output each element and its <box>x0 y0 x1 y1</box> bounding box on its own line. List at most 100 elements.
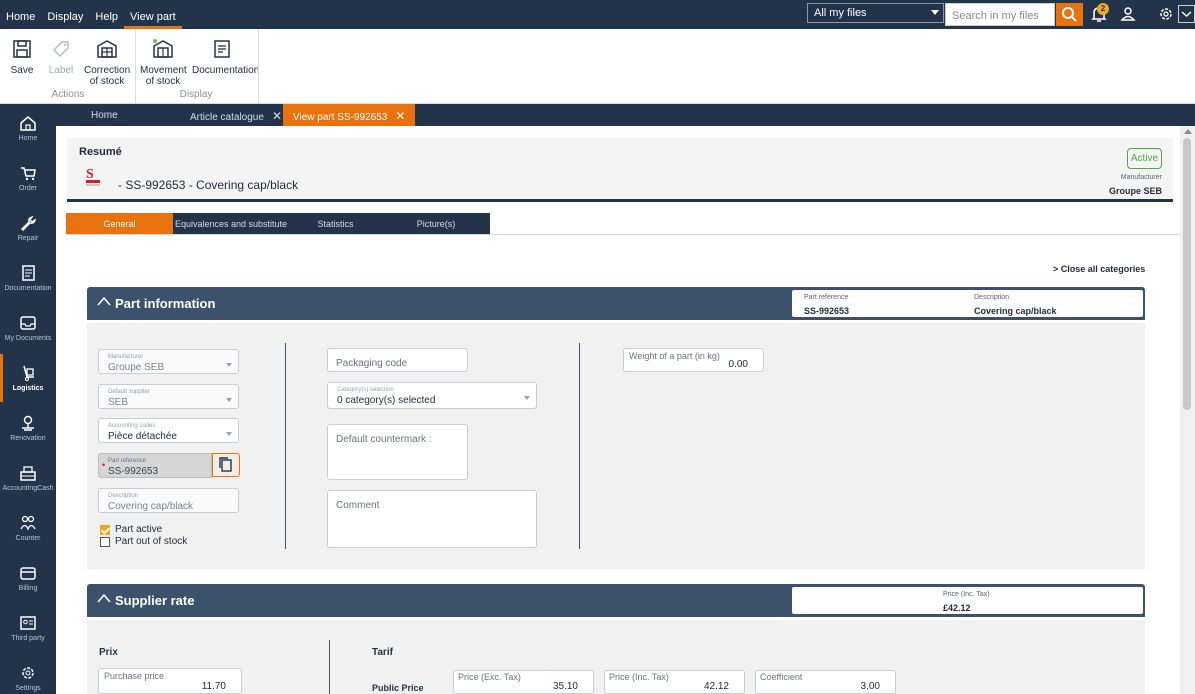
menu-display[interactable]: Display <box>41 0 89 29</box>
comment-field[interactable]: Comment <box>327 490 537 548</box>
top-menu: Home Display Help View part <box>0 0 182 29</box>
wrench-icon <box>21 215 37 231</box>
chevron-down-icon <box>226 432 232 436</box>
coefficient-field[interactable]: Coefficient 3.00 <box>755 670 896 694</box>
stock-icon <box>97 40 117 58</box>
tab-general[interactable]: General <box>66 213 173 235</box>
ribbon-group-actions: Actions <box>51 89 85 100</box>
price-inc-tax-field[interactable]: Price (Inc. Tax) 42.12 <box>604 670 745 694</box>
close-icon[interactable]: ✕ <box>272 109 282 123</box>
documentation-button[interactable]: Documentation <box>192 29 259 89</box>
status-badge: Active <box>1127 148 1162 169</box>
nav-logistics[interactable]: Logistics <box>0 354 56 402</box>
field-value: SS-992653 <box>108 466 159 477</box>
field-label: Description <box>108 493 139 499</box>
doctab-article-catalogue[interactable]: Article catalogue ✕ <box>180 104 292 126</box>
scroll-up-icon[interactable] <box>1184 129 1192 134</box>
part-summary-box: Part reference SS-992653 Description Cov… <box>791 289 1144 318</box>
ribbon-divider <box>135 29 136 104</box>
tarif-heading: Tarif <box>372 647 393 658</box>
nav-my-documents[interactable]: My Documents <box>0 304 56 352</box>
default-countermark-field[interactable]: Default countermark : <box>327 424 468 480</box>
doctab-view-part[interactable]: View part SS-992653 ✕ <box>283 104 416 126</box>
category-selection-field[interactable]: Category(s) selection 0 category(s) sele… <box>327 382 537 409</box>
nav-documentation[interactable]: Documentation <box>0 254 56 302</box>
search-button[interactable] <box>1056 3 1083 26</box>
correction-of-stock-button[interactable]: Correction of stock <box>84 29 130 89</box>
ribbon-group-display: Display <box>179 89 213 100</box>
field-value: Covering cap/black <box>108 501 194 512</box>
nav-renovation-label: Renovation <box>10 435 46 442</box>
nav-home[interactable]: Home <box>0 104 56 152</box>
menu-view-part[interactable]: View part <box>124 0 182 29</box>
user-button[interactable] <box>1116 3 1140 26</box>
copy-icon <box>219 457 232 472</box>
part-information-header[interactable]: Part information Part reference SS-99265… <box>87 287 1145 320</box>
nav-repair[interactable]: Repair <box>0 204 56 252</box>
scrollbar-thumb[interactable] <box>1183 138 1191 410</box>
field-placeholder: Comment <box>336 500 380 511</box>
expand-button[interactable] <box>1178 5 1195 23</box>
movement-of-stock-button[interactable]: Movement of stock <box>140 29 187 89</box>
close-all-categories-link[interactable]: > Close all categories <box>1053 264 1145 274</box>
contact-card-icon <box>20 616 36 630</box>
label-button[interactable]: Label <box>46 29 76 89</box>
save-label: Save <box>10 65 34 76</box>
field-value: 11.70 <box>201 681 226 692</box>
nav-order[interactable]: Order <box>0 154 56 202</box>
doctab-home[interactable]: Home <box>81 104 128 126</box>
part-information-panel: Manufacturer Groupe SEB Default supplier… <box>87 323 1145 569</box>
description-field[interactable]: Description Covering cap/black <box>98 488 239 513</box>
inbox-icon <box>20 316 36 330</box>
checkbox-label: Part active <box>115 524 163 535</box>
field-value: 42.12 <box>703 681 729 692</box>
nav-counter[interactable]: Counter <box>0 504 56 552</box>
nav-counter-label: Counter <box>15 535 41 542</box>
chevron-down-icon <box>226 363 232 367</box>
nav-third-party[interactable]: Third party <box>0 604 56 652</box>
menu-home[interactable]: Home <box>0 0 41 29</box>
documentation-label: Documentation <box>192 65 260 76</box>
main-content: Resumé S - SS-992653 - Covering cap/blac… <box>56 126 1180 694</box>
cart-icon <box>21 167 36 181</box>
required-marker: • <box>102 460 106 470</box>
summary-desc-label: Description <box>974 294 1010 301</box>
doctab-label: View part SS-992653 <box>293 112 388 123</box>
chevron-up-icon <box>97 296 111 306</box>
tab-equivalences[interactable]: Equivalences and substitute <box>173 213 289 235</box>
field-label: Default supplier <box>108 389 150 395</box>
packaging-code-field[interactable]: Packaging code <box>327 348 468 372</box>
summary-price-label: Price (Inc. Tax) <box>943 591 990 598</box>
resume-header: Resumé S - SS-992653 - Covering cap/blac… <box>67 138 1173 202</box>
save-button[interactable]: Save <box>7 29 37 89</box>
nav-billing[interactable]: Billing <box>0 554 56 602</box>
nav-renovation[interactable]: Renovation <box>0 404 56 452</box>
field-label: Price (Inc. Tax) <box>609 672 669 682</box>
summary-ref-label: Part reference <box>804 294 849 301</box>
default-supplier-field[interactable]: Default supplier SEB <box>98 384 239 409</box>
part-reference-field[interactable]: Part reference SS-992653 • <box>98 453 212 478</box>
weight-field[interactable]: Weight of a part (in kg) 0.00 <box>623 348 764 372</box>
nav-settings[interactable]: Settings <box>0 654 56 694</box>
nav-accounting-cash[interactable]: AccountingCash <box>0 454 56 502</box>
search-input[interactable]: Search in my files <box>945 3 1055 26</box>
nav-order-label: Order <box>19 185 37 192</box>
label-label: Label <box>48 65 74 76</box>
close-icon[interactable]: ✕ <box>395 109 405 123</box>
nav-accounting-cash-label: AccountingCash <box>2 485 54 492</box>
copy-reference-button[interactable] <box>212 453 240 477</box>
tab-statistics[interactable]: Statistics <box>289 213 382 235</box>
accounting-codes-field[interactable]: Accounting codes Pièce détachée <box>98 418 239 443</box>
nav-third-party-label: Third party <box>11 635 45 642</box>
purchase-price-field[interactable]: Purchase price 11.70 <box>98 668 242 694</box>
manufacturer-field[interactable]: Manufacturer Groupe SEB <box>98 349 239 374</box>
files-select[interactable]: All my files <box>807 3 944 23</box>
settings-button[interactable] <box>1154 3 1178 26</box>
correction-of-stock-label: Correction of stock <box>84 65 131 87</box>
supplier-rate-header[interactable]: Supplier rate Price (Inc. Tax) £42.12 <box>87 584 1145 617</box>
price-exc-tax-field[interactable]: Price (Exc. Tax) 35.10 <box>453 670 594 694</box>
stock-move-icon <box>153 39 173 58</box>
menu-help[interactable]: Help <box>89 0 124 29</box>
nav-home-label: Home <box>18 135 38 142</box>
tab-pictures[interactable]: Picture(s) <box>382 213 490 235</box>
